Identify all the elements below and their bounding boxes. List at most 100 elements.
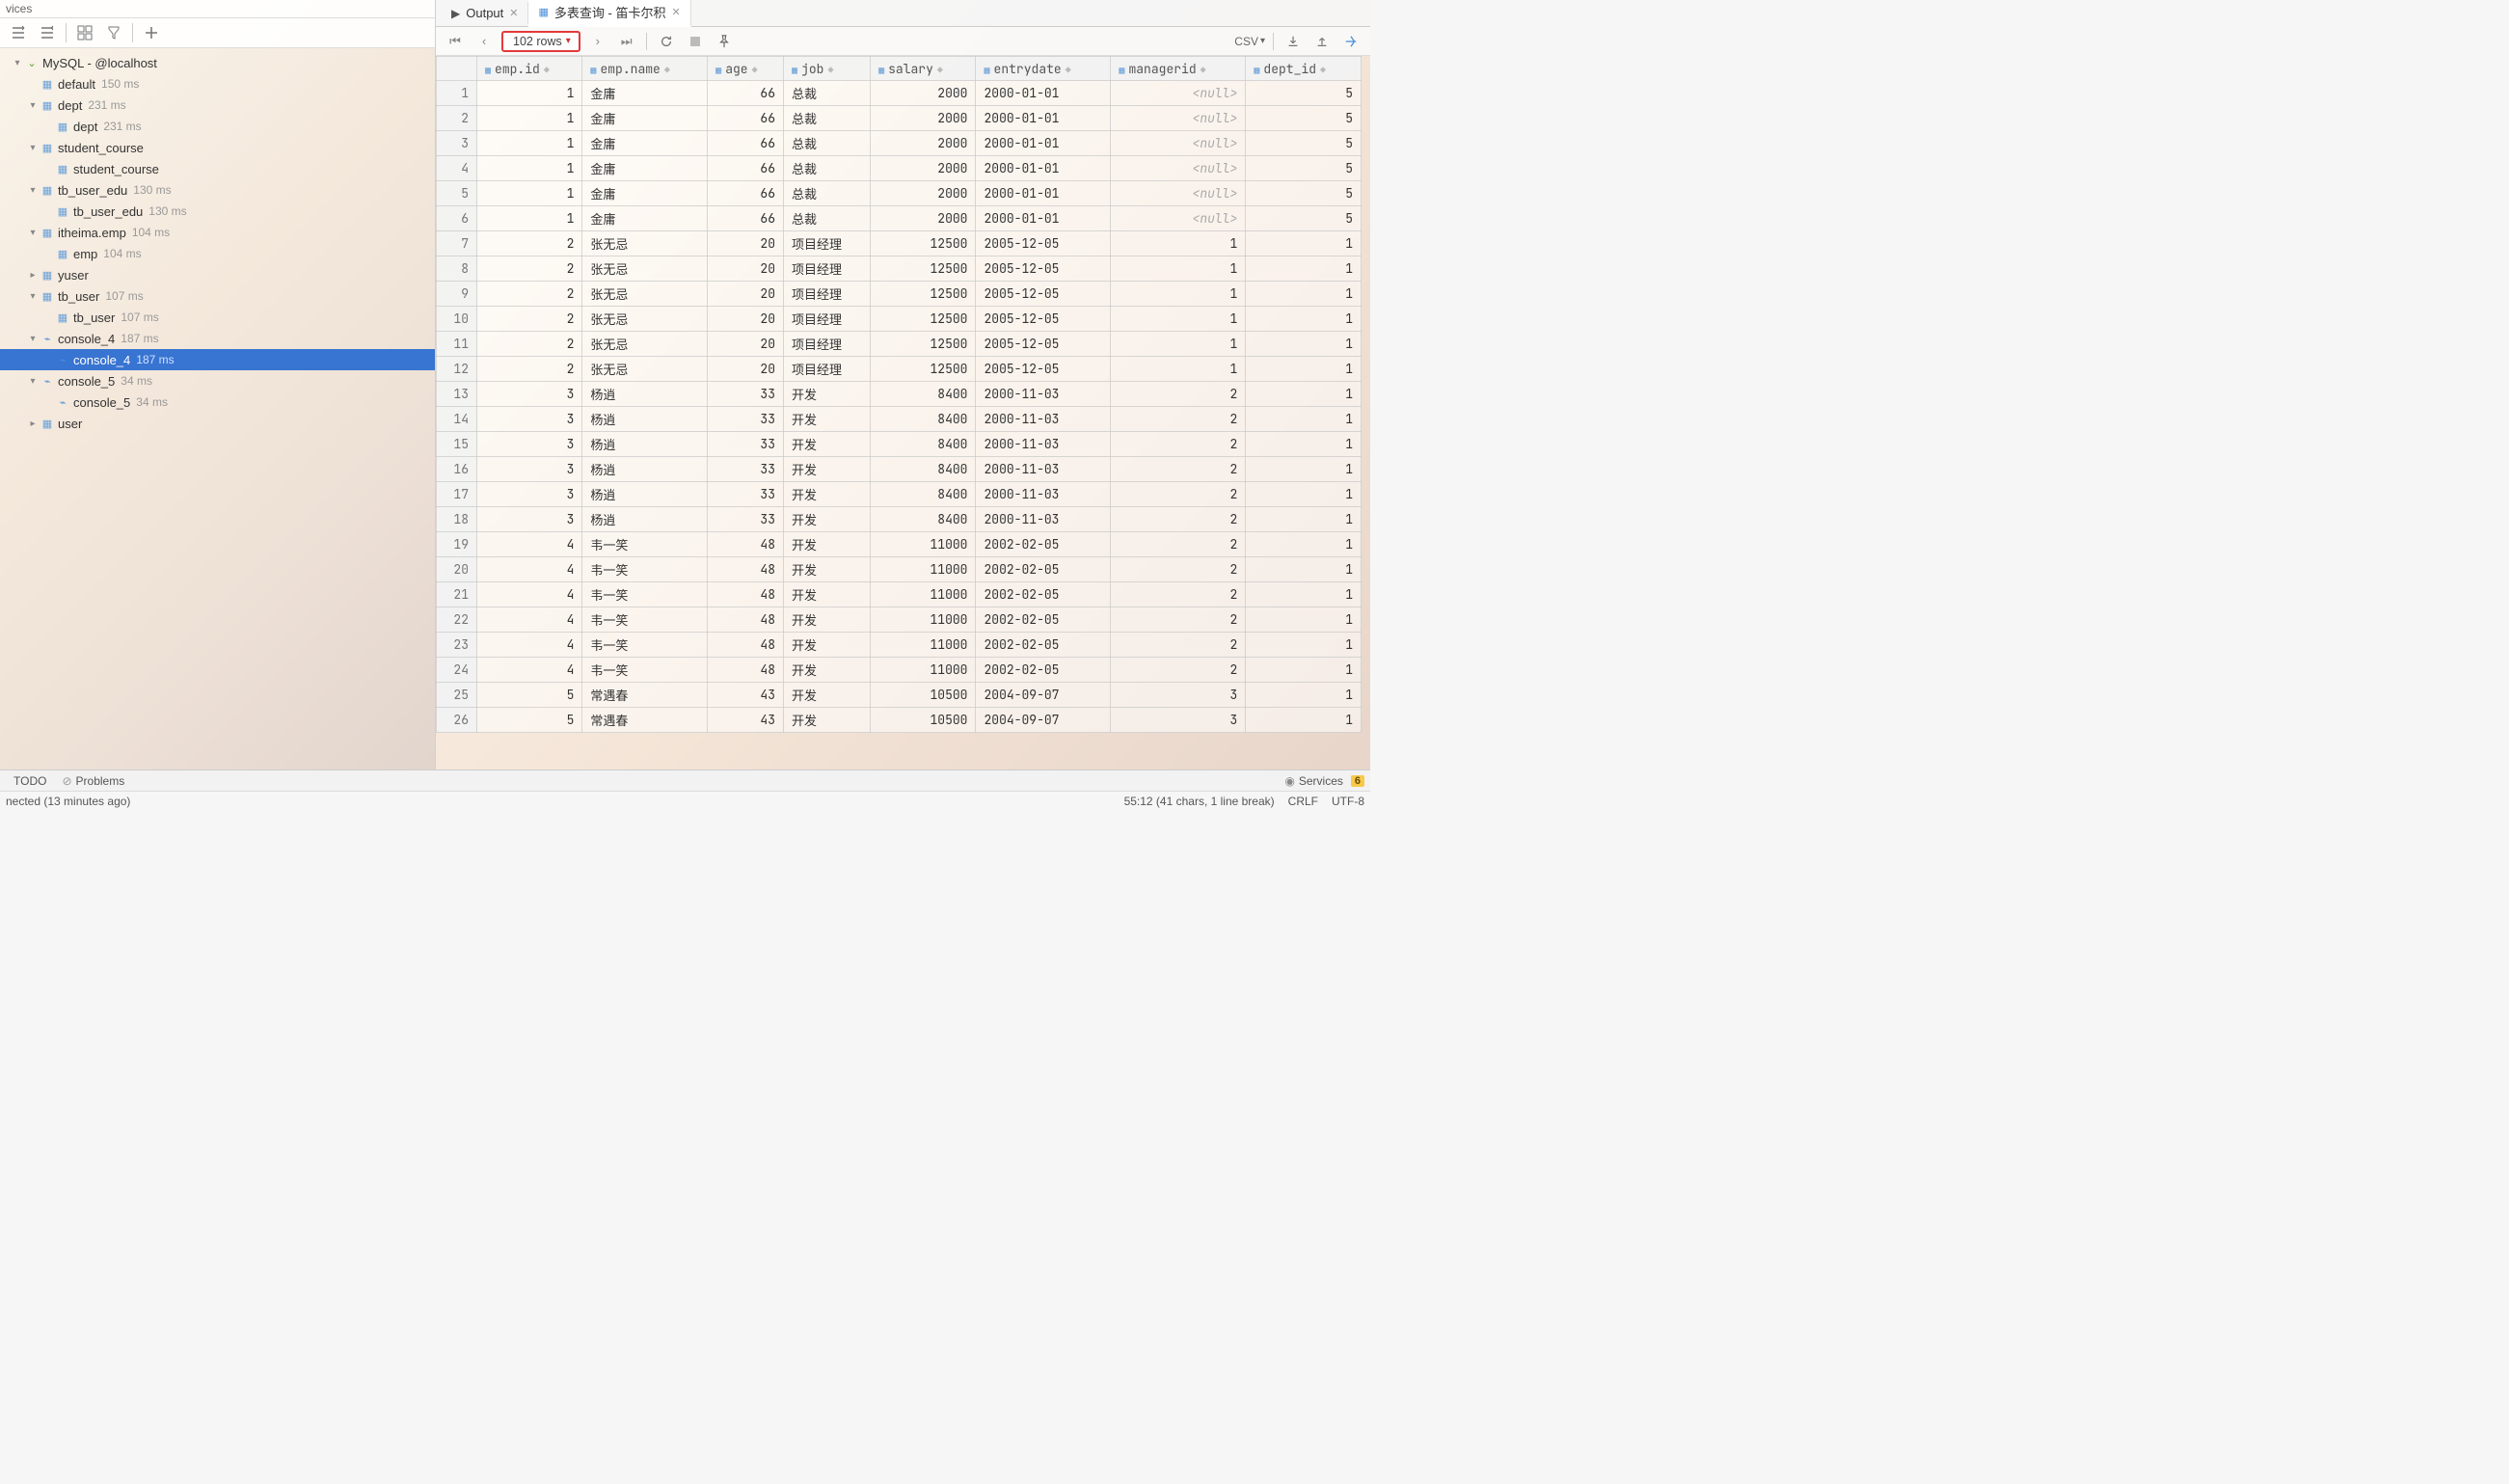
cell[interactable]: 1 xyxy=(1111,231,1246,256)
cell[interactable]: 48 xyxy=(708,582,784,607)
cell[interactable]: 2002-02-05 xyxy=(976,658,1111,683)
cell[interactable]: 韦一笑 xyxy=(582,633,708,658)
cell[interactable]: 开发 xyxy=(784,557,871,582)
cell[interactable]: 20 xyxy=(708,231,784,256)
cell[interactable]: 韦一笑 xyxy=(582,607,708,633)
cell[interactable]: 8400 xyxy=(871,432,976,457)
tree-item-default[interactable]: ▦default150 ms xyxy=(0,73,435,94)
cell[interactable]: 韦一笑 xyxy=(582,532,708,557)
tree-item-tbuseredu[interactable]: ▾▦tb_user_edu130 ms xyxy=(0,179,435,201)
cell[interactable]: 开发 xyxy=(784,457,871,482)
cell[interactable]: 1 xyxy=(1246,256,1362,282)
cell[interactable]: <null> xyxy=(1111,206,1246,231)
cell[interactable]: 开发 xyxy=(784,507,871,532)
cell[interactable]: 总裁 xyxy=(784,131,871,156)
tree-item-tbuser[interactable]: ▾▦tb_user107 ms xyxy=(0,285,435,307)
caret-position[interactable]: 55:12 (41 chars, 1 line break) xyxy=(1124,795,1275,808)
table-row[interactable]: 143杨逍33开发84002000-11-0321 xyxy=(437,407,1362,432)
cell[interactable]: 总裁 xyxy=(784,156,871,181)
cell[interactable]: 20 xyxy=(708,282,784,307)
cell[interactable]: 4 xyxy=(477,582,582,607)
cell[interactable]: 33 xyxy=(708,457,784,482)
cell[interactable]: 2 xyxy=(1111,607,1246,633)
cell[interactable]: 2000-11-03 xyxy=(976,407,1111,432)
cell[interactable]: 66 xyxy=(708,206,784,231)
table-row[interactable]: 92张无忌20项目经理125002005-12-0511 xyxy=(437,282,1362,307)
cell[interactable]: 3 xyxy=(477,507,582,532)
cell[interactable]: 2004-09-07 xyxy=(976,683,1111,708)
column-header-managerid[interactable]: ▦managerid◆ xyxy=(1111,57,1246,81)
cell[interactable]: 杨逍 xyxy=(582,457,708,482)
line-separator[interactable]: CRLF xyxy=(1288,795,1318,808)
cell[interactable]: 66 xyxy=(708,106,784,131)
cell[interactable]: 3 xyxy=(477,432,582,457)
cell[interactable]: 66 xyxy=(708,156,784,181)
cell[interactable]: 开发 xyxy=(784,382,871,407)
first-page-icon[interactable]: ⏮ xyxy=(444,31,467,52)
cell[interactable]: 33 xyxy=(708,482,784,507)
cell[interactable]: 11000 xyxy=(871,557,976,582)
table-row[interactable]: 61金庸66总裁20002000-01-01<null>5 xyxy=(437,206,1362,231)
cell[interactable]: 5 xyxy=(477,683,582,708)
tab-output[interactable]: ▶ Output ✕ xyxy=(442,2,528,24)
download-icon[interactable] xyxy=(1281,31,1305,52)
cell[interactable]: 2 xyxy=(477,231,582,256)
table-row[interactable]: 133杨逍33开发84002000-11-0321 xyxy=(437,382,1362,407)
cell[interactable]: 2 xyxy=(477,307,582,332)
tree-item-tbuser-child[interactable]: ▦tb_user107 ms xyxy=(0,307,435,328)
cell[interactable]: 2005-12-05 xyxy=(976,231,1111,256)
cell[interactable]: 1 xyxy=(477,81,582,106)
upload-icon[interactable] xyxy=(1310,31,1334,52)
cell[interactable]: 金庸 xyxy=(582,156,708,181)
cell[interactable]: 金庸 xyxy=(582,131,708,156)
tree-item-tbuseredu-child[interactable]: ▦tb_user_edu130 ms xyxy=(0,201,435,222)
cell[interactable]: 2 xyxy=(1111,382,1246,407)
cell[interactable]: 总裁 xyxy=(784,81,871,106)
table-row[interactable]: 163杨逍33开发84002000-11-0321 xyxy=(437,457,1362,482)
cell[interactable]: 5 xyxy=(1246,81,1362,106)
tree-item-dept-child[interactable]: ▦dept231 ms xyxy=(0,116,435,137)
tree-root-mysql[interactable]: ▾⌄MySQL - @localhost xyxy=(0,52,435,73)
cell[interactable]: 2002-02-05 xyxy=(976,582,1111,607)
todo-button[interactable]: TODO xyxy=(6,774,54,788)
cell[interactable]: 48 xyxy=(708,607,784,633)
cell[interactable]: 20 xyxy=(708,332,784,357)
cell[interactable]: 43 xyxy=(708,708,784,733)
notification-badge[interactable]: 6 xyxy=(1351,775,1364,787)
cell[interactable]: 2005-12-05 xyxy=(976,307,1111,332)
cell[interactable]: 2 xyxy=(1111,532,1246,557)
cell[interactable]: 2002-02-05 xyxy=(976,557,1111,582)
pin-icon[interactable] xyxy=(713,31,736,52)
services-button[interactable]: ◉ Services xyxy=(1277,774,1351,788)
cell[interactable]: 1 xyxy=(477,106,582,131)
cell[interactable]: 1 xyxy=(1246,633,1362,658)
table-row[interactable]: 72张无忌20项目经理125002005-12-0511 xyxy=(437,231,1362,256)
tree-item-studentcourse[interactable]: ▾▦student_course xyxy=(0,137,435,158)
cell[interactable]: 常遇春 xyxy=(582,683,708,708)
tree-item-console5[interactable]: ▾⌁console_534 ms xyxy=(0,370,435,391)
cell[interactable]: 项目经理 xyxy=(784,357,871,382)
view-mode-icon[interactable] xyxy=(74,22,95,43)
close-icon[interactable]: ✕ xyxy=(671,6,680,18)
cell[interactable]: 开发 xyxy=(784,633,871,658)
expand-all-icon[interactable] xyxy=(8,22,29,43)
cell[interactable]: 1 xyxy=(1246,482,1362,507)
sort-icon[interactable]: ◆ xyxy=(1066,64,1071,76)
cell[interactable]: 5 xyxy=(1246,206,1362,231)
cell[interactable]: 金庸 xyxy=(582,181,708,206)
tree-item-yuser[interactable]: ▸▦yuser xyxy=(0,264,435,285)
tree-item-dept[interactable]: ▾▦dept231 ms xyxy=(0,94,435,116)
table-row[interactable]: 204韦一笑48开发110002002-02-0521 xyxy=(437,557,1362,582)
cell[interactable]: 5 xyxy=(1246,106,1362,131)
tree-item-user[interactable]: ▸▦user xyxy=(0,413,435,434)
cell[interactable]: 1 xyxy=(1111,307,1246,332)
cell[interactable]: 43 xyxy=(708,683,784,708)
cell[interactable]: 张无忌 xyxy=(582,256,708,282)
table-row[interactable]: 255常遇春43开发105002004-09-0731 xyxy=(437,683,1362,708)
cell[interactable]: 1 xyxy=(477,156,582,181)
cell[interactable]: 1 xyxy=(1246,307,1362,332)
cell[interactable]: 开发 xyxy=(784,607,871,633)
cell[interactable]: 2 xyxy=(1111,407,1246,432)
tree-item-console4[interactable]: ▾⌁console_4187 ms xyxy=(0,328,435,349)
table-row[interactable]: 244韦一笑48开发110002002-02-0521 xyxy=(437,658,1362,683)
